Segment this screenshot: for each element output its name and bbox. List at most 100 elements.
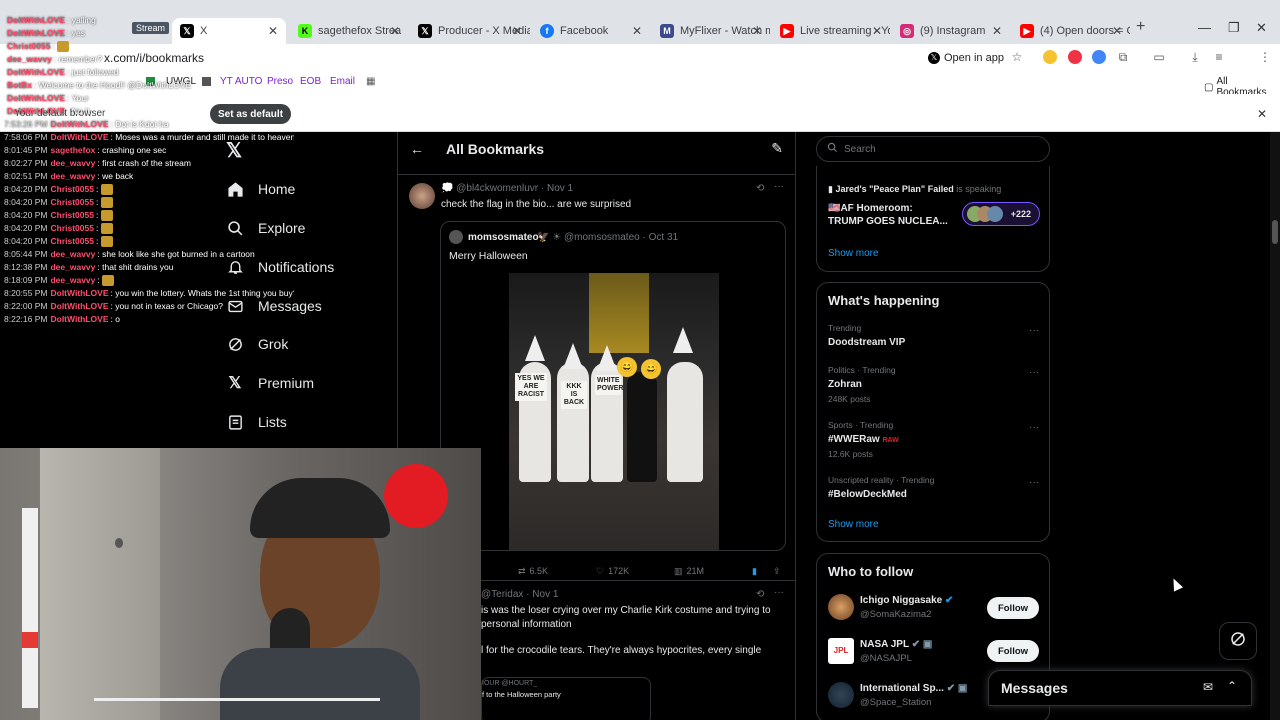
show-more-link[interactable]: Show more bbox=[828, 248, 879, 259]
grok-fab-button[interactable] bbox=[1219, 622, 1257, 660]
search-input[interactable]: Search bbox=[816, 136, 1050, 162]
chat-timestamp: 8:05:44 PM bbox=[4, 249, 48, 259]
figure-shape bbox=[627, 372, 657, 482]
trend-item[interactable]: Sports · Trending #WWERaw RAW 12.6K post… bbox=[828, 420, 899, 459]
chat-text: she look like she got burned in a cartoo… bbox=[102, 249, 255, 259]
account-name[interactable]: Ichigo Niggasake ✔ bbox=[860, 595, 953, 606]
bookmark-eob[interactable]: EOB bbox=[300, 76, 321, 87]
emoji-icon: 😄 bbox=[617, 357, 637, 377]
tab-open-doors[interactable]: ▶ (4) Open doors = Cu ✕ bbox=[1012, 18, 1130, 44]
close-tab-icon[interactable]: ✕ bbox=[390, 24, 400, 38]
show-more-link[interactable]: Show more bbox=[828, 519, 879, 530]
trend-item[interactable]: Unscripted reality · Trending #BelowDeck… bbox=[828, 475, 934, 500]
tab-producer[interactable]: 𝕏 Producer - X Media ✕ bbox=[410, 18, 530, 44]
close-tab-icon[interactable]: ✕ bbox=[632, 24, 642, 38]
grok-icon bbox=[1229, 630, 1247, 653]
avatar[interactable] bbox=[828, 682, 854, 708]
grok-icon[interactable]: ⟲ bbox=[756, 183, 764, 194]
grok-icon[interactable]: ⟲ bbox=[756, 589, 764, 600]
star-icon[interactable]: ☆ bbox=[1010, 50, 1024, 64]
tweet-actions: ⇄ 6.5K ♡ 172K ▥ 21M ▮ ⇪ bbox=[440, 561, 786, 581]
chat-text: yes bbox=[71, 28, 85, 38]
compose-icon[interactable]: ✎ bbox=[771, 140, 783, 157]
like-button[interactable]: ♡ 172K bbox=[596, 566, 629, 577]
chat-text: Moses was a murder and still made it to … bbox=[115, 132, 294, 142]
nav-grok[interactable]: Grok bbox=[226, 329, 288, 359]
quote-author[interactable]: momsosmateo bbox=[468, 232, 539, 243]
follow-button[interactable]: Follow bbox=[987, 597, 1039, 619]
space-listeners[interactable]: +222 bbox=[962, 202, 1040, 226]
avatar[interactable] bbox=[828, 594, 854, 620]
media-icon[interactable]: ≡ bbox=[1212, 50, 1226, 64]
menu-icon[interactable]: ⋮ bbox=[1258, 50, 1272, 64]
views-button[interactable]: ▥ 21M bbox=[674, 566, 704, 577]
close-tab-icon[interactable]: ✕ bbox=[1112, 24, 1122, 38]
messages-drawer[interactable]: Messages ✉ ⌃ bbox=[988, 670, 1252, 706]
close-tab-icon[interactable]: ✕ bbox=[872, 24, 882, 38]
retweet-button[interactable]: ⇄ 6.5K bbox=[518, 566, 548, 577]
chat-timestamp: 8:04:20 PM bbox=[4, 223, 48, 233]
quoted-tweet[interactable]: IOUR @HOURT_ f to the Halloween party bbox=[481, 677, 651, 720]
tab-sagethefox[interactable]: K sagethefox Strea ✕ bbox=[290, 18, 408, 44]
chat-username: BotBx bbox=[7, 80, 33, 90]
close-tab-icon[interactable]: ✕ bbox=[752, 24, 762, 38]
more-icon[interactable]: ··· bbox=[1029, 477, 1039, 488]
close-tab-icon[interactable]: ✕ bbox=[992, 24, 1002, 38]
nav-premium[interactable]: 𝕏 Premium bbox=[226, 368, 314, 398]
extension-icon[interactable] bbox=[1043, 50, 1057, 64]
back-arrow-icon[interactable]: ← bbox=[410, 141, 424, 157]
close-infobar-icon[interactable]: ✕ bbox=[1257, 107, 1267, 121]
tab-live-streaming[interactable]: ▶ Live streaming - You ✕ bbox=[772, 18, 890, 44]
more-icon[interactable]: ··· bbox=[774, 181, 784, 192]
bookmark-button[interactable]: ▮ bbox=[752, 566, 757, 577]
close-window-button[interactable]: ✕ bbox=[1256, 20, 1267, 36]
minimize-button[interactable]: — bbox=[1198, 20, 1211, 35]
tab-facebook[interactable]: f Facebook ✕ bbox=[532, 18, 650, 44]
download-icon[interactable]: ⤓ bbox=[1188, 50, 1202, 64]
chat-timestamp: 7:58:06 PM bbox=[4, 132, 48, 142]
share-button[interactable]: ⇪ bbox=[773, 566, 781, 577]
scrollbar-thumb[interactable] bbox=[1272, 220, 1278, 244]
avatar[interactable] bbox=[409, 183, 435, 209]
trend-item[interactable]: Trending Doodstream VIP bbox=[828, 323, 905, 348]
chat-text: Your bbox=[71, 93, 89, 103]
nasa-jpl-logo-icon[interactable]: JPL bbox=[828, 638, 854, 664]
chat-text: you win the lottery. Whats the 1st thing… bbox=[115, 288, 294, 298]
account-name[interactable]: International Sp... ✔ ▣ bbox=[860, 683, 967, 694]
extension-icon[interactable] bbox=[1068, 50, 1082, 64]
chat-username: Christ0055 bbox=[50, 236, 94, 246]
more-icon[interactable]: ··· bbox=[1029, 325, 1039, 336]
quoted-tweet[interactable]: momsosmateo 🦅 ☀ @momsosmateo · Oct 31 Me… bbox=[440, 221, 786, 551]
new-tab-button[interactable]: + bbox=[1136, 18, 1145, 36]
tweet-text: is was the loser crying over my Charlie … bbox=[481, 605, 771, 616]
nav-lists[interactable]: Lists bbox=[226, 407, 287, 437]
section-title: Who to follow bbox=[828, 564, 914, 579]
quote-photo[interactable]: YES WE ARE RACIST KKK IS BACK WHITE POWE… bbox=[509, 273, 719, 550]
puzzle-icon[interactable]: ⧉ bbox=[1116, 50, 1130, 64]
tab-instagram[interactable]: ◎ (9) Instagram ✕ bbox=[892, 18, 1010, 44]
close-tab-icon[interactable]: ✕ bbox=[512, 24, 522, 38]
trend-item[interactable]: Politics · Trending Zohran 248K posts bbox=[828, 365, 896, 404]
follow-button[interactable]: Follow bbox=[987, 640, 1039, 662]
chat-timestamp: 8:12:38 PM bbox=[4, 262, 48, 272]
more-icon[interactable]: ··· bbox=[774, 587, 784, 598]
emoji-icon: 🦅 ☀ bbox=[537, 232, 562, 243]
more-icon[interactable]: ··· bbox=[1029, 367, 1039, 378]
account-name[interactable]: NASA JPL ✔ ▣ bbox=[860, 639, 932, 650]
figure-shape bbox=[557, 362, 589, 482]
chat-separator: : bbox=[95, 210, 101, 220]
building-shape bbox=[589, 273, 649, 353]
open-in-app-button[interactable]: 𝕏 Open in app bbox=[928, 48, 1004, 68]
space-title[interactable]: ▮ Jared's "Peace Plan" Failed is speakin… bbox=[828, 184, 1001, 195]
new-message-icon[interactable]: ✉ bbox=[1203, 680, 1213, 694]
bookmark-email[interactable]: Email bbox=[330, 76, 355, 87]
chat-emote-icon bbox=[100, 197, 113, 209]
space-show-title[interactable]: 🇺🇸AF Homeroom: TRUMP GOES NUCLEA... bbox=[828, 202, 948, 228]
more-icon[interactable]: ··· bbox=[1029, 422, 1039, 433]
extension-icon[interactable] bbox=[1092, 50, 1106, 64]
apps-grid-icon[interactable]: ▦ bbox=[366, 76, 375, 87]
chevron-up-icon[interactable]: ⌃ bbox=[1227, 679, 1237, 693]
tab-myflixer[interactable]: M MyFlixer - Watch mo ✕ bbox=[652, 18, 770, 44]
maximize-button[interactable]: ❐ bbox=[1228, 20, 1240, 36]
sidebar-icon[interactable]: ▭ bbox=[1152, 50, 1166, 64]
